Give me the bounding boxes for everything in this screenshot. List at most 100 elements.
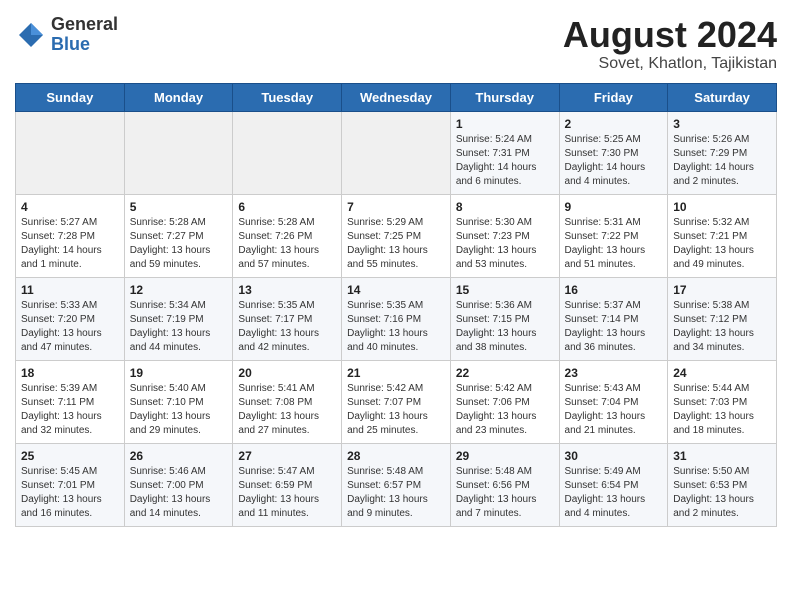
day-info: Sunrise: 5:33 AM Sunset: 7:20 PM Dayligh… xyxy=(21,299,119,355)
day-info: Sunrise: 5:49 AM Sunset: 6:54 PM Dayligh… xyxy=(565,465,663,521)
day-number: 2 xyxy=(565,117,663,131)
day-info: Sunrise: 5:29 AM Sunset: 7:25 PM Dayligh… xyxy=(347,216,445,272)
day-number: 1 xyxy=(456,117,554,131)
day-number: 4 xyxy=(21,200,119,214)
day-number: 9 xyxy=(565,200,663,214)
day-number: 23 xyxy=(565,366,663,380)
calendar-cell: 7 Sunrise: 5:29 AM Sunset: 7:25 PM Daylig… xyxy=(342,194,451,277)
calendar-week-row: 25 Sunrise: 5:45 AM Sunset: 7:01 PM Dayli… xyxy=(16,443,777,526)
calendar-cell: 14 Sunrise: 5:35 AM Sunset: 7:16 PM Dayli… xyxy=(342,277,451,360)
logo-icon xyxy=(15,19,47,51)
calendar-cell: 13 Sunrise: 5:35 AM Sunset: 7:17 PM Dayli… xyxy=(233,277,342,360)
day-info: Sunrise: 5:25 AM Sunset: 7:30 PM Dayligh… xyxy=(565,133,663,189)
calendar-week-row: 1 Sunrise: 5:24 AM Sunset: 7:31 PM Daylig… xyxy=(16,111,777,194)
day-number: 18 xyxy=(21,366,119,380)
calendar-cell: 17 Sunrise: 5:38 AM Sunset: 7:12 PM Dayli… xyxy=(668,277,777,360)
calendar-cell: 15 Sunrise: 5:36 AM Sunset: 7:15 PM Dayli… xyxy=(450,277,559,360)
day-info: Sunrise: 5:28 AM Sunset: 7:26 PM Dayligh… xyxy=(238,216,336,272)
calendar-week-row: 4 Sunrise: 5:27 AM Sunset: 7:28 PM Daylig… xyxy=(16,194,777,277)
day-info: Sunrise: 5:39 AM Sunset: 7:11 PM Dayligh… xyxy=(21,382,119,438)
calendar-cell: 25 Sunrise: 5:45 AM Sunset: 7:01 PM Dayli… xyxy=(16,443,125,526)
calendar-cell: 31 Sunrise: 5:50 AM Sunset: 6:53 PM Dayli… xyxy=(668,443,777,526)
day-info: Sunrise: 5:37 AM Sunset: 7:14 PM Dayligh… xyxy=(565,299,663,355)
day-info: Sunrise: 5:36 AM Sunset: 7:15 PM Dayligh… xyxy=(456,299,554,355)
day-number: 7 xyxy=(347,200,445,214)
day-number: 5 xyxy=(130,200,228,214)
calendar-cell: 3 Sunrise: 5:26 AM Sunset: 7:29 PM Daylig… xyxy=(668,111,777,194)
calendar-cell xyxy=(16,111,125,194)
day-number: 8 xyxy=(456,200,554,214)
day-number: 3 xyxy=(673,117,771,131)
day-number: 24 xyxy=(673,366,771,380)
calendar-week-row: 18 Sunrise: 5:39 AM Sunset: 7:11 PM Dayli… xyxy=(16,360,777,443)
day-number: 25 xyxy=(21,449,119,463)
day-number: 12 xyxy=(130,283,228,297)
calendar-cell: 30 Sunrise: 5:49 AM Sunset: 6:54 PM Dayli… xyxy=(559,443,668,526)
weekday-header: Saturday xyxy=(668,83,777,111)
day-info: Sunrise: 5:45 AM Sunset: 7:01 PM Dayligh… xyxy=(21,465,119,521)
day-info: Sunrise: 5:38 AM Sunset: 7:12 PM Dayligh… xyxy=(673,299,771,355)
day-number: 13 xyxy=(238,283,336,297)
calendar-cell: 29 Sunrise: 5:48 AM Sunset: 6:56 PM Dayli… xyxy=(450,443,559,526)
title-block: August 2024 Sovet, Khatlon, Tajikistan xyxy=(563,15,777,73)
calendar-cell: 1 Sunrise: 5:24 AM Sunset: 7:31 PM Daylig… xyxy=(450,111,559,194)
day-number: 28 xyxy=(347,449,445,463)
calendar-cell: 18 Sunrise: 5:39 AM Sunset: 7:11 PM Dayli… xyxy=(16,360,125,443)
day-info: Sunrise: 5:47 AM Sunset: 6:59 PM Dayligh… xyxy=(238,465,336,521)
day-number: 31 xyxy=(673,449,771,463)
day-info: Sunrise: 5:42 AM Sunset: 7:06 PM Dayligh… xyxy=(456,382,554,438)
day-info: Sunrise: 5:28 AM Sunset: 7:27 PM Dayligh… xyxy=(130,216,228,272)
weekday-header-row: SundayMondayTuesdayWednesdayThursdayFrid… xyxy=(16,83,777,111)
day-info: Sunrise: 5:27 AM Sunset: 7:28 PM Dayligh… xyxy=(21,216,119,272)
day-info: Sunrise: 5:32 AM Sunset: 7:21 PM Dayligh… xyxy=(673,216,771,272)
day-number: 19 xyxy=(130,366,228,380)
day-number: 14 xyxy=(347,283,445,297)
weekday-header: Thursday xyxy=(450,83,559,111)
calendar-cell xyxy=(124,111,233,194)
page-title: August 2024 xyxy=(563,15,777,55)
weekday-header: Wednesday xyxy=(342,83,451,111)
weekday-header: Sunday xyxy=(16,83,125,111)
calendar-cell: 2 Sunrise: 5:25 AM Sunset: 7:30 PM Daylig… xyxy=(559,111,668,194)
day-info: Sunrise: 5:48 AM Sunset: 6:57 PM Dayligh… xyxy=(347,465,445,521)
calendar-cell: 4 Sunrise: 5:27 AM Sunset: 7:28 PM Daylig… xyxy=(16,194,125,277)
day-number: 29 xyxy=(456,449,554,463)
calendar-cell: 22 Sunrise: 5:42 AM Sunset: 7:06 PM Dayli… xyxy=(450,360,559,443)
day-info: Sunrise: 5:31 AM Sunset: 7:22 PM Dayligh… xyxy=(565,216,663,272)
calendar-cell: 12Sunrise: 5:34 AM Sunset: 7:19 PM Dayli… xyxy=(124,277,233,360)
day-number: 17 xyxy=(673,283,771,297)
page-header: General Blue August 2024 Sovet, Khatlon,… xyxy=(15,15,777,73)
day-number: 16 xyxy=(565,283,663,297)
calendar-cell: 10 Sunrise: 5:32 AM Sunset: 7:21 PM Dayli… xyxy=(668,194,777,277)
day-number: 27 xyxy=(238,449,336,463)
calendar-cell: 16 Sunrise: 5:37 AM Sunset: 7:14 PM Dayli… xyxy=(559,277,668,360)
calendar-cell: 19Sunrise: 5:40 AM Sunset: 7:10 PM Dayli… xyxy=(124,360,233,443)
day-info: Sunrise: 5:35 AM Sunset: 7:17 PM Dayligh… xyxy=(238,299,336,355)
weekday-header: Tuesday xyxy=(233,83,342,111)
day-info: Sunrise: 5:44 AM Sunset: 7:03 PM Dayligh… xyxy=(673,382,771,438)
calendar-cell: 21Sunrise: 5:42 AM Sunset: 7:07 PM Dayli… xyxy=(342,360,451,443)
day-info: Sunrise: 5:35 AM Sunset: 7:16 PM Dayligh… xyxy=(347,299,445,355)
calendar-cell: 23 Sunrise: 5:43 AM Sunset: 7:04 PM Dayli… xyxy=(559,360,668,443)
day-info: Sunrise: 5:30 AM Sunset: 7:23 PM Dayligh… xyxy=(456,216,554,272)
weekday-header: Monday xyxy=(124,83,233,111)
calendar-cell: 11 Sunrise: 5:33 AM Sunset: 7:20 PM Dayli… xyxy=(16,277,125,360)
logo-blue-text: Blue xyxy=(51,35,118,55)
day-number: 10 xyxy=(673,200,771,214)
calendar-cell: 5 Sunrise: 5:28 AM Sunset: 7:27 PM Daylig… xyxy=(124,194,233,277)
day-info: Sunrise: 5:24 AM Sunset: 7:31 PM Dayligh… xyxy=(456,133,554,189)
day-info: Sunrise: 5:46 AM Sunset: 7:00 PM Dayligh… xyxy=(130,465,228,521)
day-info: Sunrise: 5:50 AM Sunset: 6:53 PM Dayligh… xyxy=(673,465,771,521)
calendar-cell: 8 Sunrise: 5:30 AM Sunset: 7:23 PM Daylig… xyxy=(450,194,559,277)
day-number: 15 xyxy=(456,283,554,297)
day-info: Sunrise: 5:43 AM Sunset: 7:04 PM Dayligh… xyxy=(565,382,663,438)
day-number: 30 xyxy=(565,449,663,463)
calendar-cell xyxy=(233,111,342,194)
weekday-header: Friday xyxy=(559,83,668,111)
day-info: Sunrise: 5:48 AM Sunset: 6:56 PM Dayligh… xyxy=(456,465,554,521)
day-number: 11 xyxy=(21,283,119,297)
day-info: Sunrise: 5:26 AM Sunset: 7:29 PM Dayligh… xyxy=(673,133,771,189)
day-info: Sunrise: 5:41 AM Sunset: 7:08 PM Dayligh… xyxy=(238,382,336,438)
day-number: 6 xyxy=(238,200,336,214)
day-number: 22 xyxy=(456,366,554,380)
